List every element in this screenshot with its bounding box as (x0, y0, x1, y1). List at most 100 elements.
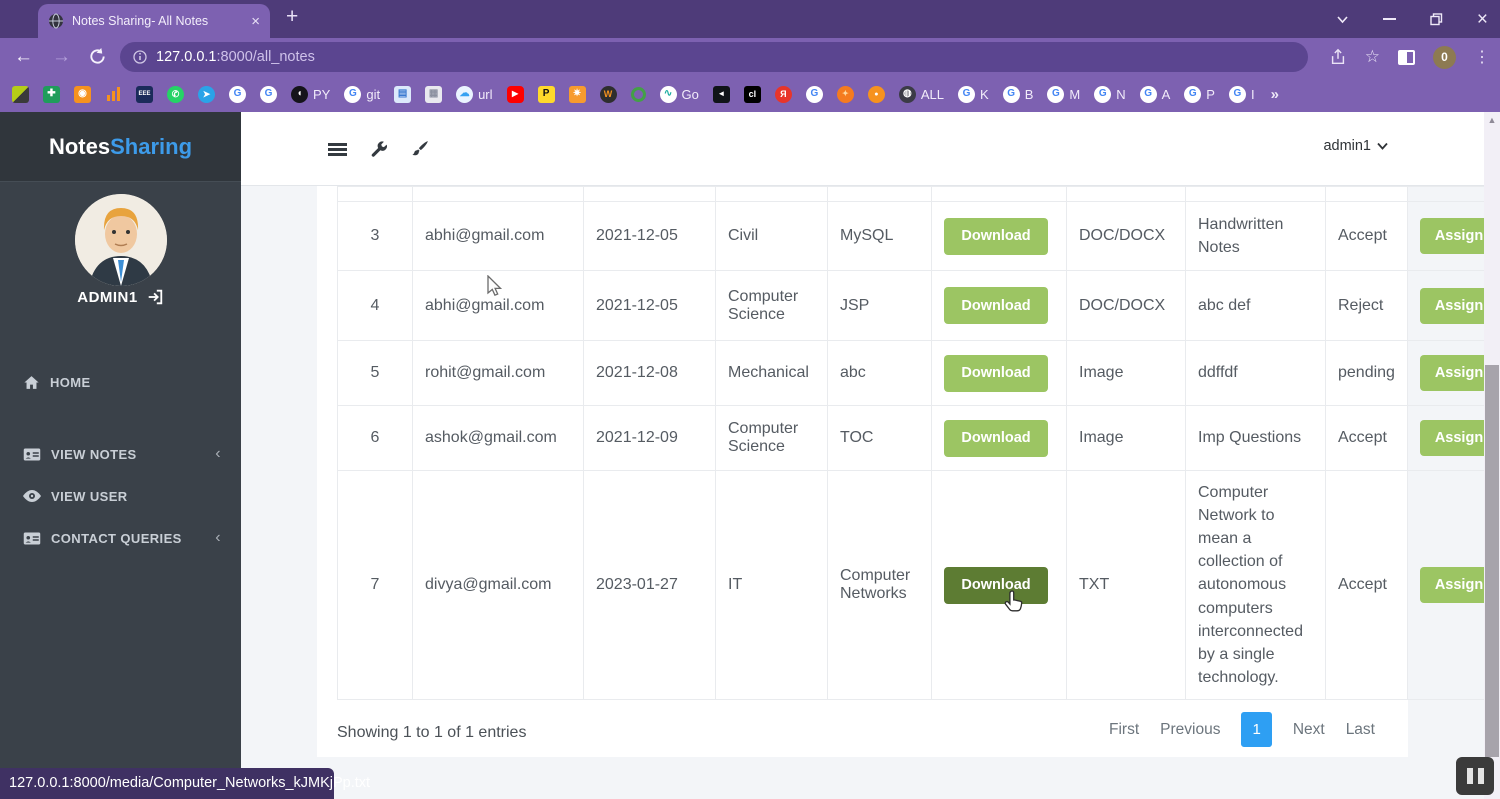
pause-overlay-button[interactable] (1456, 757, 1494, 795)
sidebar-item-home[interactable]: HOME (0, 362, 241, 402)
bookmark-item[interactable]: GK (958, 85, 989, 103)
bookmark-item[interactable]: G (260, 85, 277, 103)
bookmark-favicon: ▤ (394, 85, 412, 103)
bookmark-item[interactable]: GA (1139, 85, 1170, 103)
cell-status: Reject (1325, 270, 1408, 341)
menu-dots-icon[interactable]: ⋮ (1474, 47, 1490, 67)
download-button[interactable]: Download (944, 287, 1048, 324)
window-chevron-icon[interactable] (1336, 15, 1349, 24)
pagination-previous[interactable]: Previous (1160, 721, 1220, 739)
bookmark-item[interactable]: GM (1047, 85, 1080, 103)
cell-email: abhi@gmail.com (412, 270, 584, 341)
bookmark-label: ALL (920, 86, 945, 102)
eye-icon (23, 490, 41, 502)
bookmark-item[interactable]: EEE (136, 85, 153, 103)
share-icon[interactable] (1329, 48, 1347, 66)
bookmark-star-icon[interactable]: ☆ (1365, 47, 1380, 67)
wrench-icon[interactable] (366, 137, 392, 161)
bookmark-item[interactable]: GI (1228, 85, 1255, 103)
bookmark-item[interactable]: ✦ (836, 85, 854, 103)
side-panel-icon[interactable] (1398, 49, 1415, 65)
bookmark-item[interactable]: G (229, 85, 246, 103)
bookmark-label: N (1116, 86, 1126, 102)
download-button[interactable]: Download (944, 566, 1048, 604)
page-scrollbar[interactable]: ▲ (1484, 112, 1500, 799)
bookmark-item[interactable]: P (537, 85, 555, 103)
bookmark-item[interactable]: ▦ (425, 85, 443, 103)
paint-brush-icon[interactable] (407, 137, 433, 161)
hamburger-menu-icon[interactable] (324, 137, 350, 161)
profile-avatar[interactable]: 0 (1433, 45, 1456, 69)
bookmark-item[interactable]: GN (1094, 85, 1126, 103)
sidebar-item-contact-queries[interactable]: CONTACT QUERIES ‹ (0, 518, 241, 558)
pagination: First Previous 1 Next Last (1109, 712, 1375, 747)
bookmark-label: K (980, 86, 989, 102)
cell-num: 4 (337, 270, 413, 341)
scrollbar-thumb[interactable] (1485, 365, 1499, 757)
bookmark-item[interactable]: ✚ (43, 85, 60, 103)
forward-button[interactable]: → (52, 46, 71, 68)
cell-subject: JSP (827, 270, 932, 341)
bookmark-item[interactable]: ▶ (506, 85, 524, 103)
brand-logo[interactable]: Notes Sharing (0, 112, 241, 182)
bookmark-item[interactable]: Я (774, 85, 792, 103)
cell-branch: Mechanical (715, 340, 828, 406)
link-status-bar: 127.0.0.1:8000/media/Computer_Networks_k… (0, 768, 370, 799)
pagination-first[interactable]: First (1109, 721, 1139, 739)
bookmark-item[interactable]: G (805, 85, 823, 103)
bookmark-item[interactable]: ● (867, 85, 885, 103)
cell-status: Accept (1325, 201, 1408, 271)
bookmark-label: I (1250, 86, 1255, 102)
address-bar[interactable]: 127.0.0.1:8000/all_notes (120, 42, 1308, 72)
notes-table: 3 abhi@gmail.com 2021-12-05 Civil MySQL Downl… (337, 186, 1500, 700)
bookmark-item[interactable]: ▤ (394, 85, 412, 103)
bookmark-item[interactable]: ◍ ALL (898, 85, 945, 103)
pagination-current-page[interactable]: 1 (1241, 712, 1272, 747)
window-minimize-button[interactable] (1382, 18, 1396, 20)
bookmark-favicon: ∿ (659, 85, 677, 103)
download-button[interactable]: Download (944, 217, 1048, 255)
scrollbar-up-arrow[interactable]: ▲ (1484, 115, 1500, 125)
browser-tab[interactable]: Notes Sharing- All Notes × (38, 4, 270, 38)
bookmarks-overflow-icon[interactable]: » (1271, 86, 1279, 103)
reload-button[interactable] (88, 47, 107, 66)
bookmark-item[interactable]: GP (1184, 85, 1215, 103)
logout-icon[interactable] (146, 288, 164, 306)
back-button[interactable]: ← (14, 46, 33, 68)
table-info-text: Showing 1 to 1 of 1 entries (337, 724, 527, 741)
download-button[interactable]: Download (944, 354, 1048, 392)
window-restore-button[interactable] (1430, 12, 1443, 26)
bookmark-item[interactable]: ◉ (74, 85, 91, 103)
download-button[interactable]: Download (944, 419, 1048, 457)
pagination-next[interactable]: Next (1293, 721, 1325, 739)
bookmark-item[interactable]: ∿ Go (659, 85, 699, 103)
pagination-last[interactable]: Last (1346, 721, 1375, 739)
avatar (74, 194, 167, 286)
info-icon[interactable] (133, 50, 147, 64)
bookmark-item[interactable]: ◖ PY (291, 85, 330, 103)
table-row: 5 rohit@gmail.com 2021-12-08 Mechanical abc D… (337, 340, 1500, 406)
bookmark-item[interactable]: ✆ (167, 85, 184, 103)
bookmark-item[interactable]: ✷ (568, 85, 586, 103)
bookmark-item[interactable]: ◄ (712, 85, 730, 103)
bookmark-favicon: ✷ (568, 85, 586, 103)
bookmark-item[interactable] (630, 86, 646, 102)
bookmark-item[interactable]: W (599, 85, 617, 103)
bookmark-item[interactable]: cl (743, 85, 761, 103)
bookmark-item[interactable]: GB (1002, 85, 1034, 103)
sidebar-item-view-notes[interactable]: VIEW NOTES ‹ (0, 434, 241, 474)
bookmark-item[interactable] (12, 85, 29, 103)
bookmark-item[interactable]: ➤ (198, 85, 215, 103)
bookmark-item[interactable] (105, 87, 122, 101)
bookmark-item[interactable]: Ggit (344, 85, 380, 103)
user-dropdown[interactable]: admin1 (1323, 138, 1388, 154)
window-close-button[interactable]: × (1477, 10, 1488, 29)
sidebar-item-view-user[interactable]: VIEW USER (0, 476, 241, 516)
bookmark-label: B (1024, 86, 1034, 102)
cell-subject: TOC (827, 405, 932, 471)
globe-favicon-icon (49, 13, 63, 29)
bookmark-item[interactable]: ☁ url (456, 85, 493, 103)
tab-close-icon[interactable]: × (251, 14, 260, 29)
new-tab-button[interactable]: + (286, 5, 298, 29)
bookmark-favicon: G (958, 85, 976, 103)
